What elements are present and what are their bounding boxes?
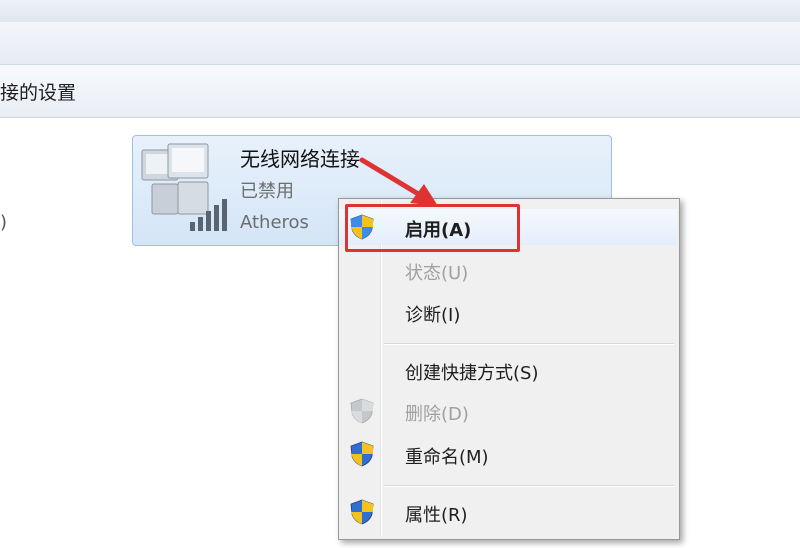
menu-separator (384, 343, 674, 345)
command-bar: 接的设置 (0, 65, 800, 118)
connection-device: Atheros (240, 212, 309, 233)
uac-shield-icon (350, 398, 374, 424)
uac-shield-icon (350, 441, 374, 467)
left-text-fragment: ) (0, 212, 8, 233)
menu-separator (384, 485, 674, 487)
menu-item-label: 状态(U) (405, 263, 469, 284)
menu-item-label: 诊断(I) (405, 305, 461, 326)
window-title-bar (0, 0, 800, 23)
connection-name: 无线网络连接 (240, 147, 360, 171)
menu-item-properties[interactable]: 属性(R) (339, 494, 677, 530)
network-adapter-icon (141, 143, 227, 231)
uac-shield-icon (350, 499, 374, 525)
menu-item-label: 重命名(M) (405, 447, 489, 468)
menu-item-label: 删除(D) (405, 404, 469, 425)
address-bar[interactable] (0, 22, 800, 65)
menu-item-label: 属性(R) (405, 505, 468, 526)
menu-item-rename[interactable]: 重命名(M) (339, 436, 677, 472)
menu-item-create-shortcut[interactable]: 创建快捷方式(S) (339, 352, 677, 388)
enable-highlight-box (345, 204, 520, 252)
change-connection-settings-command[interactable]: 接的设置 (0, 78, 76, 105)
connection-status: 已禁用 (240, 181, 294, 202)
menu-item-label: 创建快捷方式(S) (405, 363, 539, 384)
menu-item-status[interactable]: 状态(U) (339, 252, 677, 288)
menu-item-delete[interactable]: 删除(D) (339, 393, 677, 429)
menu-item-diagnose[interactable]: 诊断(I) (339, 294, 677, 330)
